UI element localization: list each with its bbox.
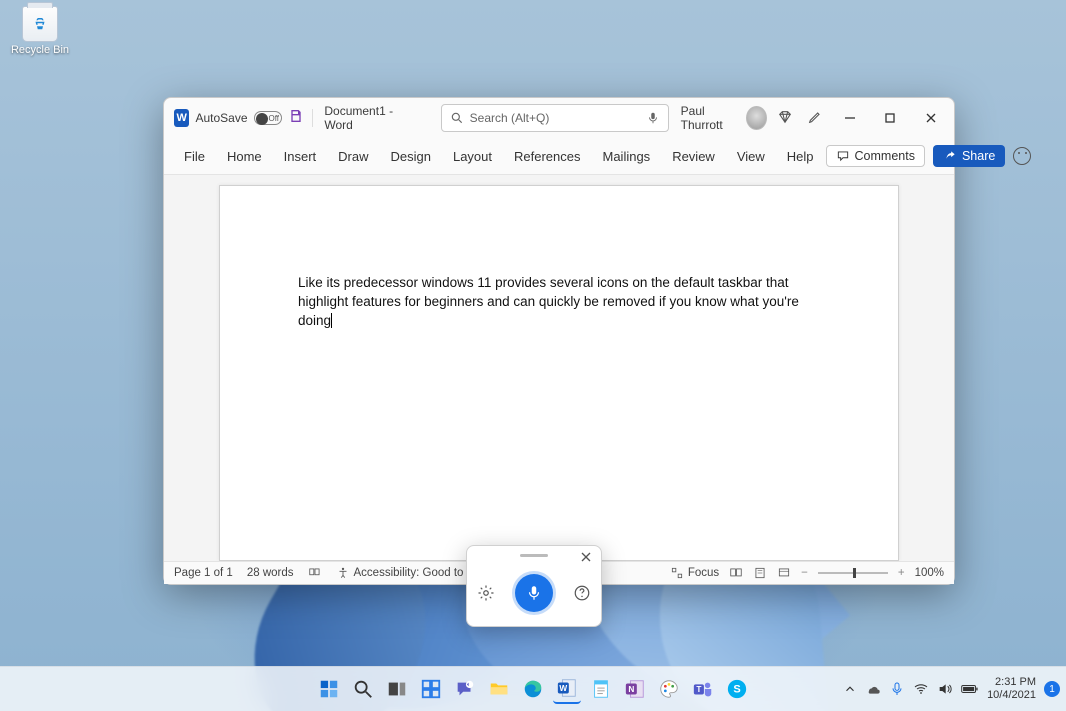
tab-references[interactable]: References — [504, 143, 590, 170]
voice-typing-panel — [466, 545, 602, 627]
zoom-slider[interactable] — [818, 572, 888, 574]
comments-button[interactable]: Comments — [826, 145, 925, 167]
mic-icon[interactable] — [646, 111, 660, 125]
ribbon-tabs: File Home Insert Draw Design Layout Refe… — [164, 138, 954, 175]
svg-text:W: W — [559, 684, 567, 693]
zoom-value[interactable]: 100% — [915, 567, 944, 579]
battery-icon[interactable] — [961, 680, 979, 698]
search-placeholder: Search (Alt+Q) — [470, 111, 550, 125]
svg-text:N: N — [628, 685, 634, 694]
search-box[interactable]: Search (Alt+Q) — [441, 104, 669, 132]
notepad-icon[interactable] — [587, 675, 615, 703]
spellcheck-icon[interactable] — [308, 566, 322, 580]
paint-icon[interactable] — [655, 675, 683, 703]
recycle-bin-icon — [22, 6, 58, 42]
share-icon — [943, 149, 957, 163]
tab-file[interactable]: File — [174, 143, 215, 170]
autosave-toggle[interactable]: Off — [254, 111, 282, 125]
autosave-label: AutoSave — [195, 111, 247, 125]
tab-view[interactable]: View — [727, 143, 775, 170]
document-title: Document1 - Word — [324, 104, 410, 132]
feedback-icon[interactable] — [1013, 147, 1031, 165]
taskbar-word-icon[interactable]: W — [553, 674, 581, 704]
taskbar-search-icon[interactable] — [349, 675, 377, 703]
status-accessibility[interactable]: Accessibility: Good to go — [336, 566, 480, 580]
recycle-bin-label: Recycle Bin — [10, 44, 70, 56]
mic-icon — [525, 584, 543, 602]
save-icon[interactable] — [288, 108, 304, 128]
teams-icon[interactable]: T — [689, 675, 717, 703]
volume-icon[interactable] — [937, 681, 953, 697]
widgets-icon[interactable] — [417, 675, 445, 703]
file-explorer-icon[interactable] — [485, 675, 513, 703]
onedrive-icon[interactable] — [865, 681, 881, 697]
tab-design[interactable]: Design — [381, 143, 441, 170]
svg-text:T: T — [696, 685, 701, 694]
tab-help[interactable]: Help — [777, 143, 824, 170]
status-page[interactable]: Page 1 of 1 — [174, 567, 233, 579]
user-avatar[interactable] — [746, 106, 767, 130]
chat-icon[interactable] — [451, 675, 479, 703]
pen-icon[interactable] — [807, 109, 823, 128]
date-text: 10/4/2021 — [987, 689, 1036, 702]
voice-mic-button[interactable] — [515, 574, 553, 612]
print-layout-icon[interactable] — [753, 566, 767, 580]
skype-icon[interactable]: S — [723, 675, 751, 703]
system-tray: 2:31 PM 10/4/2021 1 — [843, 667, 1060, 711]
share-button[interactable]: Share — [933, 145, 1005, 167]
tray-mic-icon[interactable] — [889, 681, 905, 697]
taskbar: W N T S 2:31 PM 10/4/2021 1 — [0, 666, 1066, 711]
tab-insert[interactable]: Insert — [274, 143, 327, 170]
tab-layout[interactable]: Layout — [443, 143, 502, 170]
read-mode-icon[interactable] — [729, 566, 743, 580]
minimize-button[interactable] — [833, 103, 867, 133]
document-page[interactable]: Like its predecessor windows 11 provides… — [219, 185, 899, 561]
time-text: 2:31 PM — [987, 676, 1036, 689]
gear-icon[interactable] — [477, 584, 495, 602]
status-focus[interactable]: Focus — [670, 566, 719, 580]
web-layout-icon[interactable] — [777, 566, 791, 580]
tab-home[interactable]: Home — [217, 143, 272, 170]
titlebar: W AutoSave Off Document1 - Word Search (… — [164, 98, 954, 138]
tab-review[interactable]: Review — [662, 143, 725, 170]
onenote-icon[interactable]: N — [621, 675, 649, 703]
edge-icon[interactable] — [519, 675, 547, 703]
comment-icon — [836, 149, 850, 163]
word-logo-icon: W — [174, 109, 189, 127]
clock[interactable]: 2:31 PM 10/4/2021 — [987, 676, 1036, 701]
tab-draw[interactable]: Draw — [328, 143, 378, 170]
task-view-icon[interactable] — [383, 675, 411, 703]
status-words[interactable]: 28 words — [247, 567, 294, 579]
recycle-bin[interactable]: Recycle Bin — [10, 6, 70, 56]
word-window: W AutoSave Off Document1 - Word Search (… — [163, 97, 955, 585]
accessibility-icon — [336, 566, 350, 580]
document-area: Like its predecessor windows 11 provides… — [164, 175, 954, 561]
close-button[interactable] — [914, 103, 948, 133]
search-icon — [450, 111, 464, 125]
start-button[interactable] — [315, 675, 343, 703]
notification-badge[interactable]: 1 — [1044, 681, 1060, 697]
close-icon[interactable] — [579, 550, 593, 564]
svg-text:S: S — [733, 684, 740, 696]
tab-mailings[interactable]: Mailings — [593, 143, 661, 170]
maximize-button[interactable] — [873, 103, 907, 133]
drag-handle[interactable] — [520, 554, 548, 557]
focus-icon — [670, 566, 684, 580]
document-body-text: Like its predecessor windows 11 provides… — [298, 275, 799, 328]
tray-chevron-icon[interactable] — [843, 682, 857, 696]
diamond-icon[interactable] — [777, 109, 793, 128]
help-icon[interactable] — [573, 584, 591, 602]
user-name: Paul Thurrott — [681, 104, 740, 132]
wifi-icon[interactable] — [913, 681, 929, 697]
